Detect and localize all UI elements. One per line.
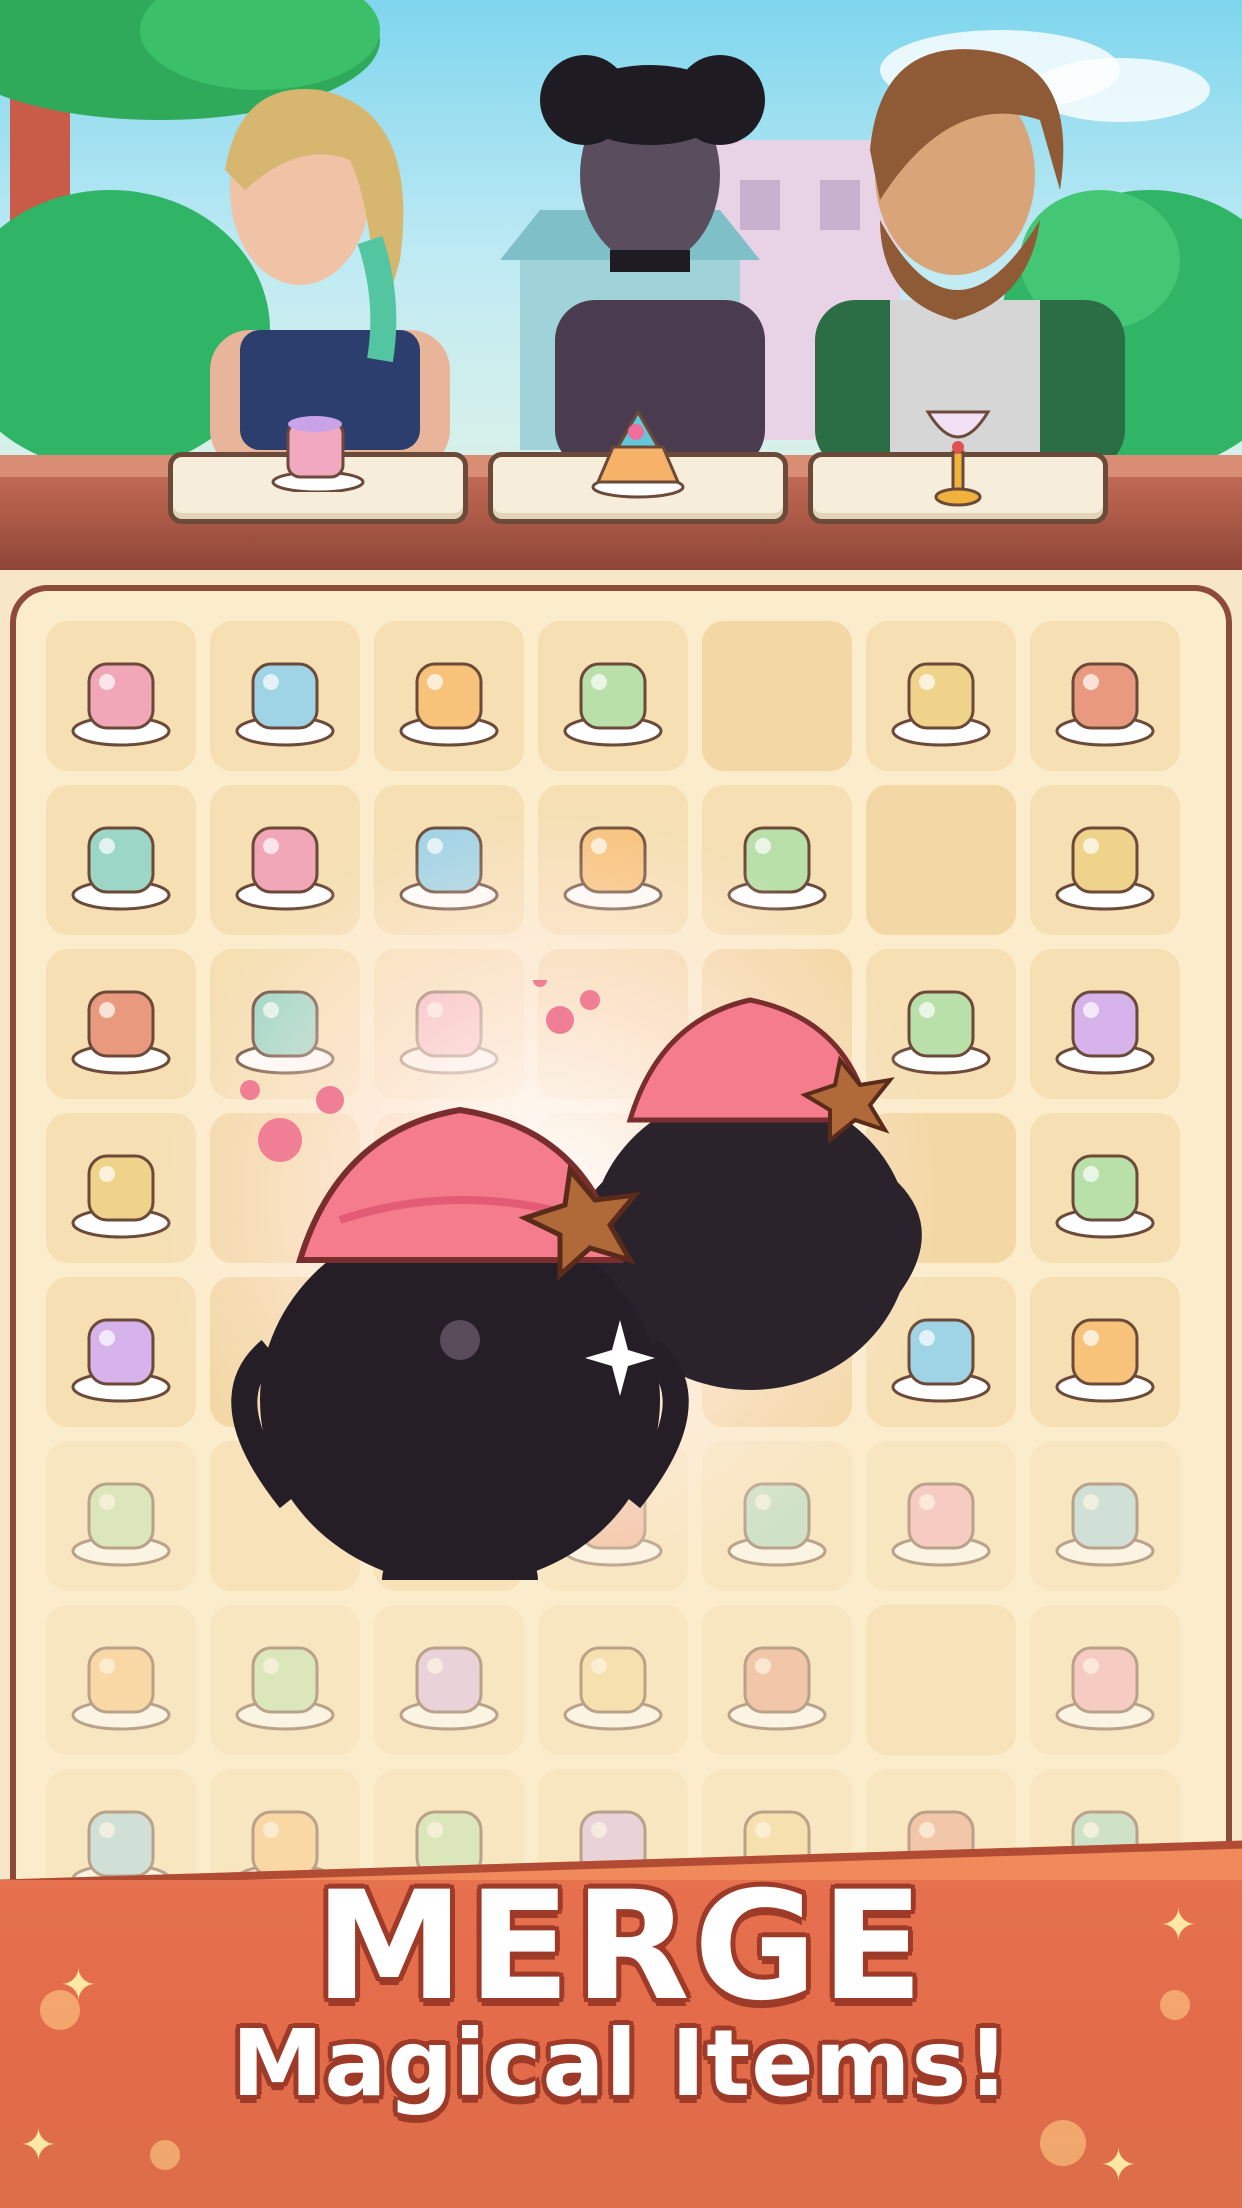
cafe-scene	[0, 0, 1242, 470]
board-cell[interactable]	[538, 621, 688, 771]
board-cell[interactable]	[46, 621, 196, 771]
banner-subtitle: Magical Items!	[231, 2010, 1011, 2117]
board-cell[interactable]	[1030, 1113, 1180, 1263]
layer-cake-icon	[727, 1646, 827, 1731]
sparkle-icon: ✦	[1100, 2140, 1137, 2191]
board-cell[interactable]	[538, 1605, 688, 1755]
sandwich-icon	[1055, 826, 1155, 911]
board-cell[interactable]	[702, 1605, 852, 1755]
board-cell[interactable]	[1030, 949, 1180, 1099]
magic-cauldron-icon	[1055, 990, 1155, 1075]
board-cell[interactable]	[210, 1605, 360, 1755]
merge-items-overlay	[231, 980, 922, 1580]
latte-mug-icon	[268, 402, 368, 496]
board-cell[interactable]	[1030, 1277, 1180, 1427]
board-cell[interactable]	[210, 621, 360, 771]
rainbow-potion-bottle-icon	[1055, 662, 1155, 747]
board-cell[interactable]	[1030, 785, 1180, 935]
board-cell[interactable]	[702, 621, 852, 771]
board-cell[interactable]	[374, 1605, 524, 1755]
soup-bowl-icon	[891, 662, 991, 747]
board-cell[interactable]	[1030, 1441, 1180, 1591]
board-cell[interactable]	[374, 621, 524, 771]
bokeh-dot	[150, 2140, 180, 2170]
blue-potion-vials-icon	[71, 662, 171, 747]
pink-drink-icon	[1055, 1646, 1155, 1731]
bokeh-dot	[1040, 2120, 1086, 2166]
pink-potion-icon	[235, 1646, 335, 1731]
tea-cup-icon	[235, 662, 335, 747]
donuts-icon	[563, 662, 663, 747]
rainbow-cake-slice-icon	[588, 402, 688, 506]
board-cell[interactable]	[46, 1605, 196, 1755]
banner-title: MERGE	[314, 1860, 928, 2034]
scene-background	[0, 0, 1242, 470]
order-tray-1[interactable]	[168, 416, 468, 524]
star-cookies-icon	[399, 662, 499, 747]
spell-tablet-icon	[399, 1646, 499, 1731]
order-tray-2[interactable]	[488, 408, 788, 524]
sandwich-slice-icon	[71, 1646, 171, 1731]
board-cell[interactable]	[1030, 1605, 1180, 1755]
ice-cream-sundae-icon	[1055, 1482, 1155, 1567]
potion-goblet-icon	[918, 402, 998, 516]
cupcake-icon	[1055, 1318, 1155, 1403]
board-cell[interactable]	[1030, 621, 1180, 771]
board-cell[interactable]	[866, 1605, 1016, 1755]
order-tray-3[interactable]	[808, 410, 1108, 524]
pink-cream-cauldron-icon[interactable]	[231, 1080, 689, 1580]
sparkle-icon: ✦	[20, 2120, 57, 2171]
flower-turtle-icon	[1055, 1154, 1155, 1239]
black-cauldron-icon	[563, 1646, 663, 1731]
board-cell[interactable]	[866, 621, 1016, 771]
